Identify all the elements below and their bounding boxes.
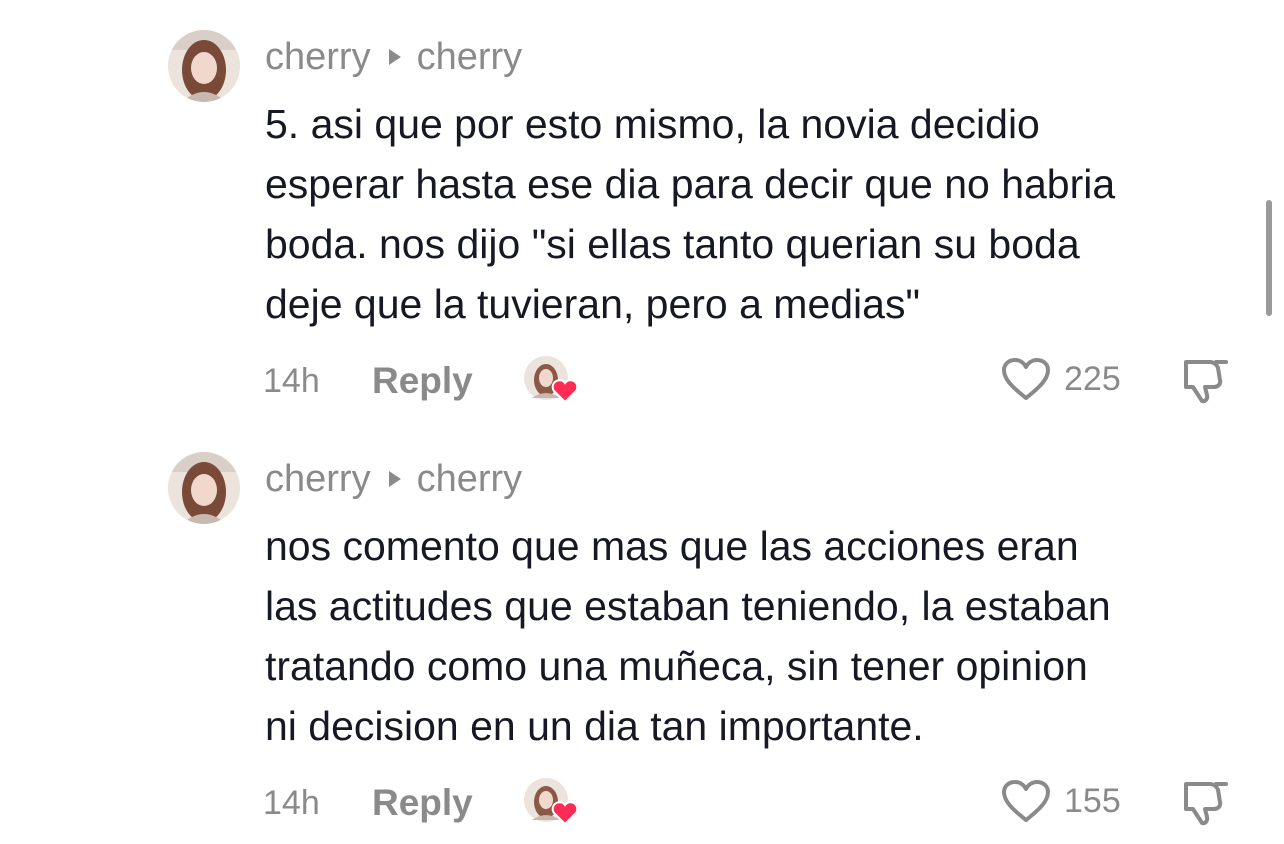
author-name[interactable]: cherry — [265, 38, 371, 76]
avatar[interactable] — [168, 452, 240, 524]
comment-time: 14h — [263, 784, 320, 822]
caret-right-icon — [388, 49, 401, 65]
comment-text: 5. asi que por esto mismo, la novia deci… — [265, 101, 1116, 327]
thumbs-down-icon — [1184, 782, 1228, 826]
creator-liked-badge — [522, 776, 580, 828]
creator-heart-badge-icon — [524, 778, 579, 826]
avatar[interactable] — [168, 30, 240, 102]
comment-header: cherry cherry — [265, 38, 522, 76]
reply-button[interactable]: Reply — [372, 362, 473, 399]
like-count: 155 — [1064, 781, 1121, 820]
comment-time: 14h — [263, 362, 320, 400]
comment-text: nos comento que mas que las acciones era… — [265, 523, 1111, 749]
author-name[interactable]: cherry — [265, 460, 371, 498]
dislike-button[interactable] — [1180, 776, 1232, 828]
reply-button[interactable]: Reply — [372, 784, 473, 821]
creator-liked-badge — [522, 354, 580, 406]
reply-to-name[interactable]: cherry — [417, 460, 523, 498]
comment-actions: 14h Reply 155 — [0, 772, 1284, 832]
thumbs-down-icon — [1184, 360, 1228, 404]
avatar-image — [168, 30, 240, 102]
like-button[interactable]: 225 — [1000, 356, 1121, 402]
comment-actions: 14h Reply 225 — [0, 350, 1284, 410]
scrollbar[interactable] — [1266, 200, 1272, 316]
heart-outline-icon — [1002, 780, 1050, 822]
like-button[interactable]: 155 — [1000, 778, 1121, 824]
dislike-button[interactable] — [1180, 354, 1232, 406]
avatar-image — [168, 452, 240, 524]
comment-header: cherry cherry — [265, 460, 522, 498]
reply-to-name[interactable]: cherry — [417, 38, 523, 76]
caret-right-icon — [388, 471, 401, 487]
like-count: 225 — [1064, 359, 1121, 398]
heart-outline-icon — [1002, 358, 1050, 400]
creator-heart-badge-icon — [524, 356, 579, 404]
